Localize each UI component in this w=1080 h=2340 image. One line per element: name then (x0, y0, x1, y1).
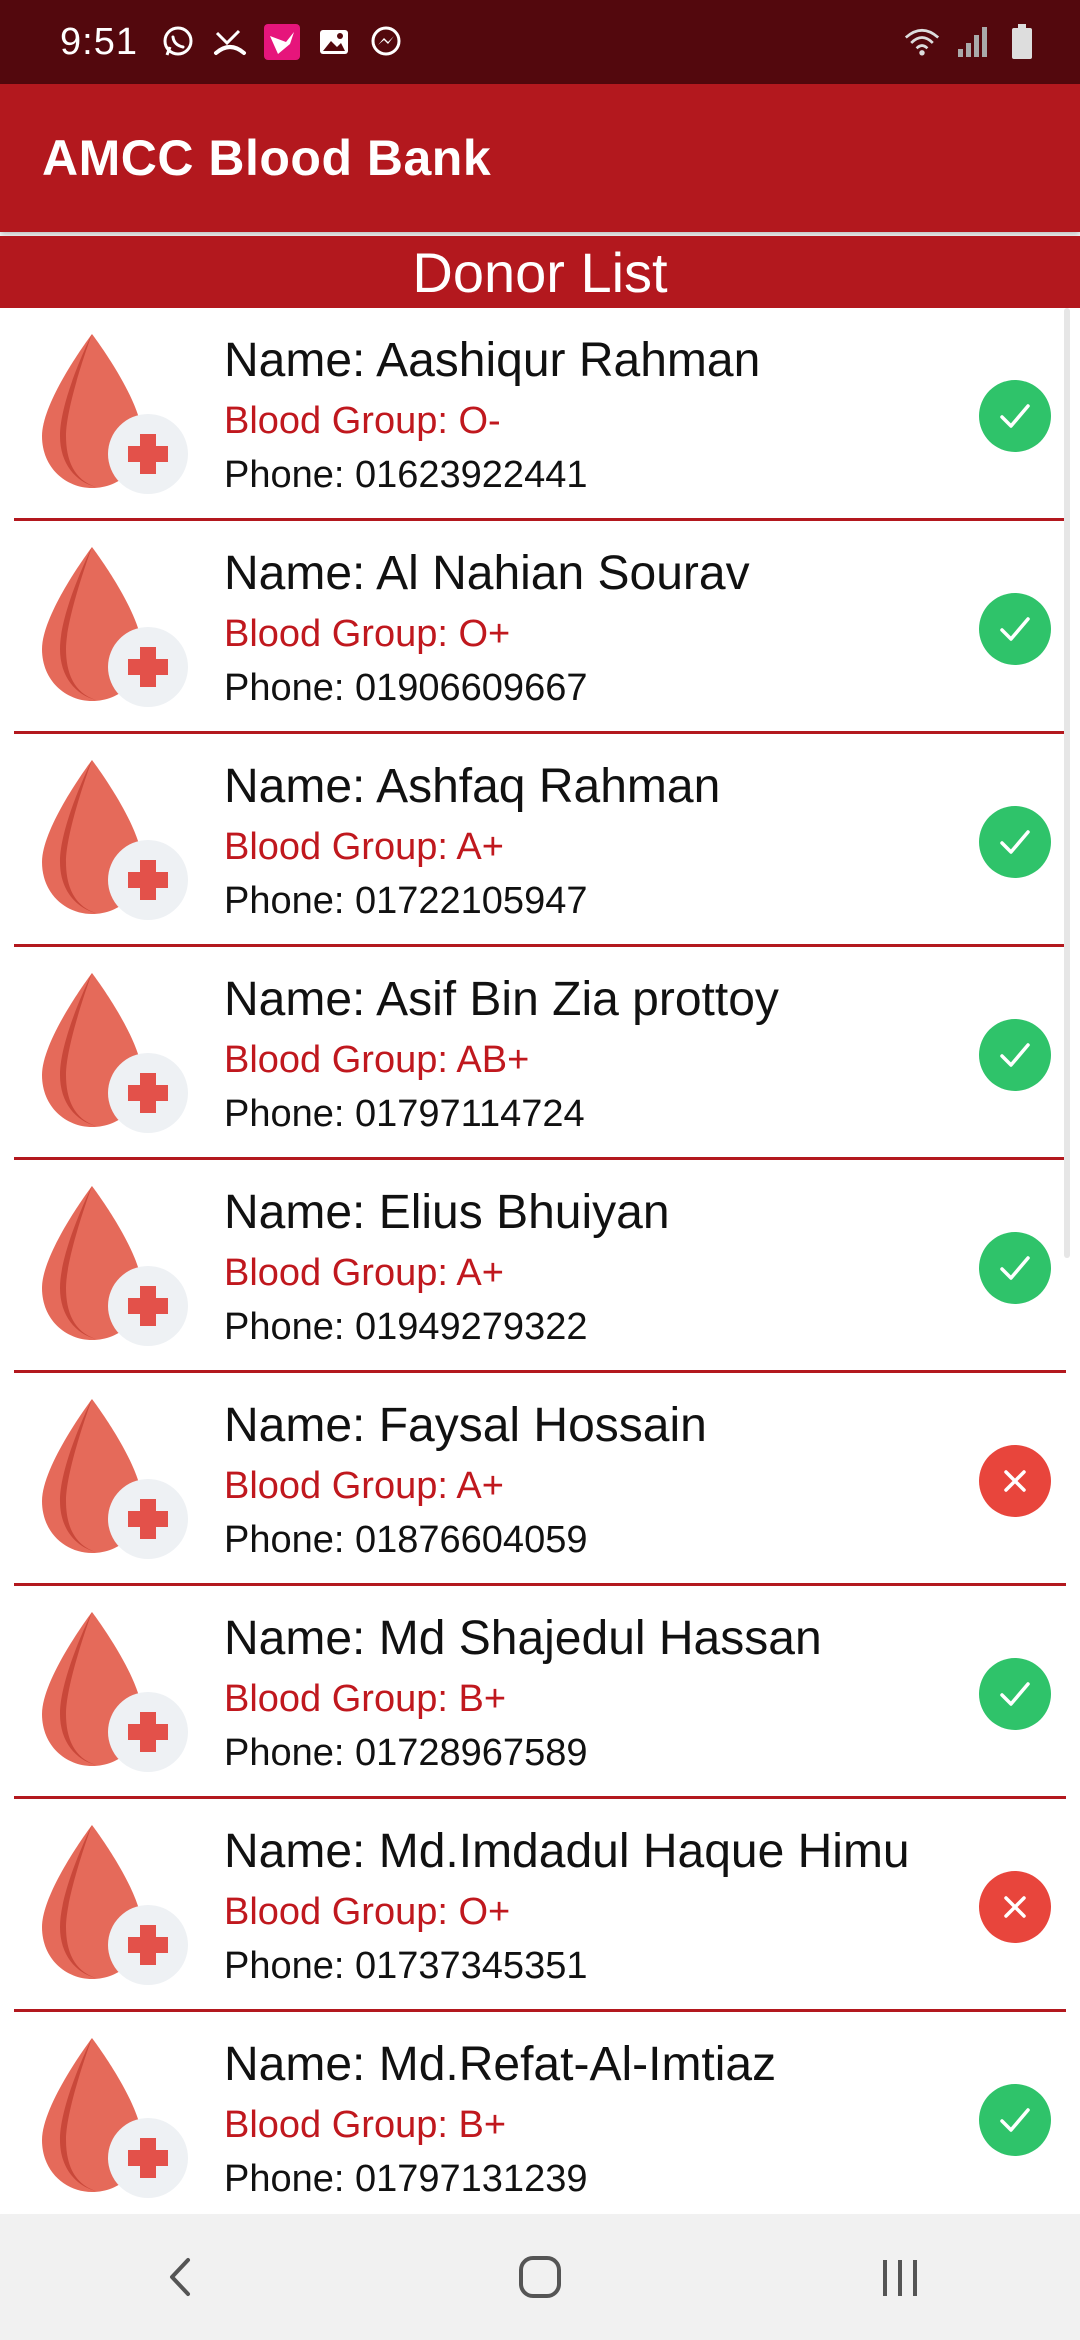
system-icons (904, 24, 1040, 60)
hummingbird-app-icon (263, 24, 300, 60)
donor-info: Name: Al Nahian Sourav Blood Group: O+ P… (224, 543, 750, 715)
donor-phone: Phone: 01906609667 (224, 667, 588, 709)
status-time: 9:51 (60, 20, 138, 63)
blood-drop-icon (42, 973, 188, 1133)
blood-drop-icon (42, 1186, 188, 1346)
check-icon (1000, 1043, 1030, 1067)
donor-info: Name: Ashfaq Rahman Blood Group: A+ Phon… (224, 756, 720, 928)
donor-list-title: Donor List (412, 240, 668, 304)
donor-name: Name: Faysal Hossain (224, 1399, 707, 1452)
list-scrollbar[interactable] (1064, 308, 1070, 1258)
donor-row[interactable]: Name: Asif Bin Zia prottoy Blood Group: … (0, 947, 1080, 1160)
whatsapp-icon (160, 24, 196, 60)
blood-drop-icon (42, 760, 188, 920)
check-icon (1000, 1682, 1030, 1706)
available-status-badge (979, 1232, 1051, 1304)
donor-name: Name: Al Nahian Sourav (224, 547, 750, 600)
donor-phone: Phone: 01949279322 (224, 1306, 588, 1348)
unavailable-status-badge (979, 1445, 1051, 1517)
available-status-badge (979, 593, 1051, 665)
donor-name: Name: Md Shajedul Hassan (224, 1612, 822, 1665)
unavailable-status-badge (979, 1871, 1051, 1943)
available-status-badge (979, 1658, 1051, 1730)
back-button[interactable] (120, 2227, 240, 2327)
donor-name: Name: Asif Bin Zia prottoy (224, 973, 779, 1026)
back-icon (170, 2258, 190, 2296)
available-status-badge (979, 1019, 1051, 1091)
blood-drop-icon (42, 547, 188, 707)
x-icon (1004, 1896, 1026, 1918)
donor-phone: Phone: 01728967589 (224, 1732, 588, 1774)
donor-row[interactable]: Name: Aashiqur Rahman Blood Group: O- Ph… (0, 308, 1080, 521)
notification-icons (160, 24, 404, 60)
available-status-badge (979, 380, 1051, 452)
home-icon (519, 2256, 561, 2298)
messenger-icon (368, 24, 404, 60)
screen: 9:51 AMCC Blood Bank Donor List Name: Aa… (0, 0, 1080, 2340)
donor-blood-group: Blood Group: O+ (224, 613, 511, 655)
donor-phone: Phone: 01876604059 (224, 1519, 588, 1561)
check-icon (1000, 1256, 1030, 1280)
gallery-icon (316, 24, 352, 60)
donor-name: Name: Aashiqur Rahman (224, 334, 761, 387)
donor-phone: Phone: 01737345351 (224, 1945, 588, 1987)
donor-blood-group: Blood Group: A+ (224, 1465, 504, 1507)
donor-phone: Phone: 01722105947 (224, 880, 588, 922)
x-icon (1004, 1470, 1026, 1492)
donor-row[interactable]: Name: Md.Imdadul Haque Himu Blood Group:… (0, 1799, 1080, 2012)
check-icon (1000, 404, 1030, 428)
donor-info: Name: Elius Bhuiyan Blood Group: A+ Phon… (224, 1182, 670, 1354)
donor-row[interactable]: Name: Elius Bhuiyan Blood Group: A+ Phon… (0, 1160, 1080, 1373)
donor-info: Name: Aashiqur Rahman Blood Group: O- Ph… (224, 330, 760, 502)
donor-row[interactable]: Name: Ashfaq Rahman Blood Group: A+ Phon… (0, 734, 1080, 947)
blood-drop-icon (42, 334, 188, 494)
available-status-badge (979, 2084, 1051, 2156)
donor-name: Name: Md.Imdadul Haque Himu (224, 1825, 910, 1878)
home-button[interactable] (480, 2227, 600, 2327)
check-icon (1000, 830, 1030, 854)
donor-info: Name: Md Shajedul Hassan Blood Group: B+… (224, 1608, 822, 1780)
donor-list[interactable]: Name: Aashiqur Rahman Blood Group: O- Ph… (0, 308, 1080, 2214)
donor-row[interactable]: Name: Md Shajedul Hassan Blood Group: B+… (0, 1586, 1080, 1799)
donor-list-header: Donor List (0, 236, 1080, 308)
donor-blood-group: Blood Group: AB+ (224, 1039, 530, 1081)
donor-name: Name: Ashfaq Rahman (224, 760, 721, 813)
donor-info: Name: Faysal Hossain Blood Group: A+ Pho… (224, 1395, 707, 1567)
blood-drop-icon (42, 2038, 188, 2198)
blood-drop-icon (42, 1612, 188, 1772)
app-title: AMCC Blood Bank (42, 130, 492, 186)
donor-phone: Phone: 01797131239 (224, 2158, 588, 2200)
donor-info: Name: Asif Bin Zia prottoy Blood Group: … (224, 969, 779, 1141)
blood-drop-icon (42, 1399, 188, 1559)
missed-call-icon (212, 24, 248, 60)
donor-row[interactable]: Name: Faysal Hossain Blood Group: A+ Pho… (0, 1373, 1080, 1586)
donor-phone: Phone: 01623922441 (224, 454, 588, 496)
donor-info: Name: Md.Imdadul Haque Himu Blood Group:… (224, 1821, 910, 1993)
donor-name: Name: Elius Bhuiyan (224, 1186, 670, 1239)
donor-info: Name: Md.Refat-Al-Imtiaz Blood Group: B+… (224, 2034, 776, 2206)
available-status-badge (979, 806, 1051, 878)
donor-blood-group: Blood Group: O- (224, 400, 501, 442)
app-bar: AMCC Blood Bank (0, 84, 1080, 232)
check-icon (1000, 617, 1030, 641)
donor-blood-group: Blood Group: A+ (224, 826, 504, 868)
donor-row[interactable]: Name: Md.Refat-Al-Imtiaz Blood Group: B+… (0, 2012, 1080, 2214)
donor-name: Name: Md.Refat-Al-Imtiaz (224, 2038, 777, 2091)
donor-blood-group: Blood Group: B+ (224, 2104, 507, 2146)
signal-icon (954, 24, 990, 60)
donor-row[interactable]: Name: Al Nahian Sourav Blood Group: O+ P… (0, 521, 1080, 734)
donor-blood-group: Blood Group: O+ (224, 1891, 511, 1933)
nav-bar (0, 2214, 1080, 2340)
donor-blood-group: Blood Group: B+ (224, 1678, 507, 1720)
blood-drop-icon (42, 1825, 188, 1985)
battery-icon (1004, 24, 1040, 60)
recents-icon (883, 2260, 917, 2296)
recents-button[interactable] (840, 2227, 960, 2327)
donor-phone: Phone: 01797114724 (224, 1093, 585, 1135)
check-icon (1000, 2108, 1030, 2132)
status-bar: 9:51 (0, 0, 1080, 84)
wifi-icon (904, 24, 940, 60)
donor-blood-group: Blood Group: A+ (224, 1252, 504, 1294)
